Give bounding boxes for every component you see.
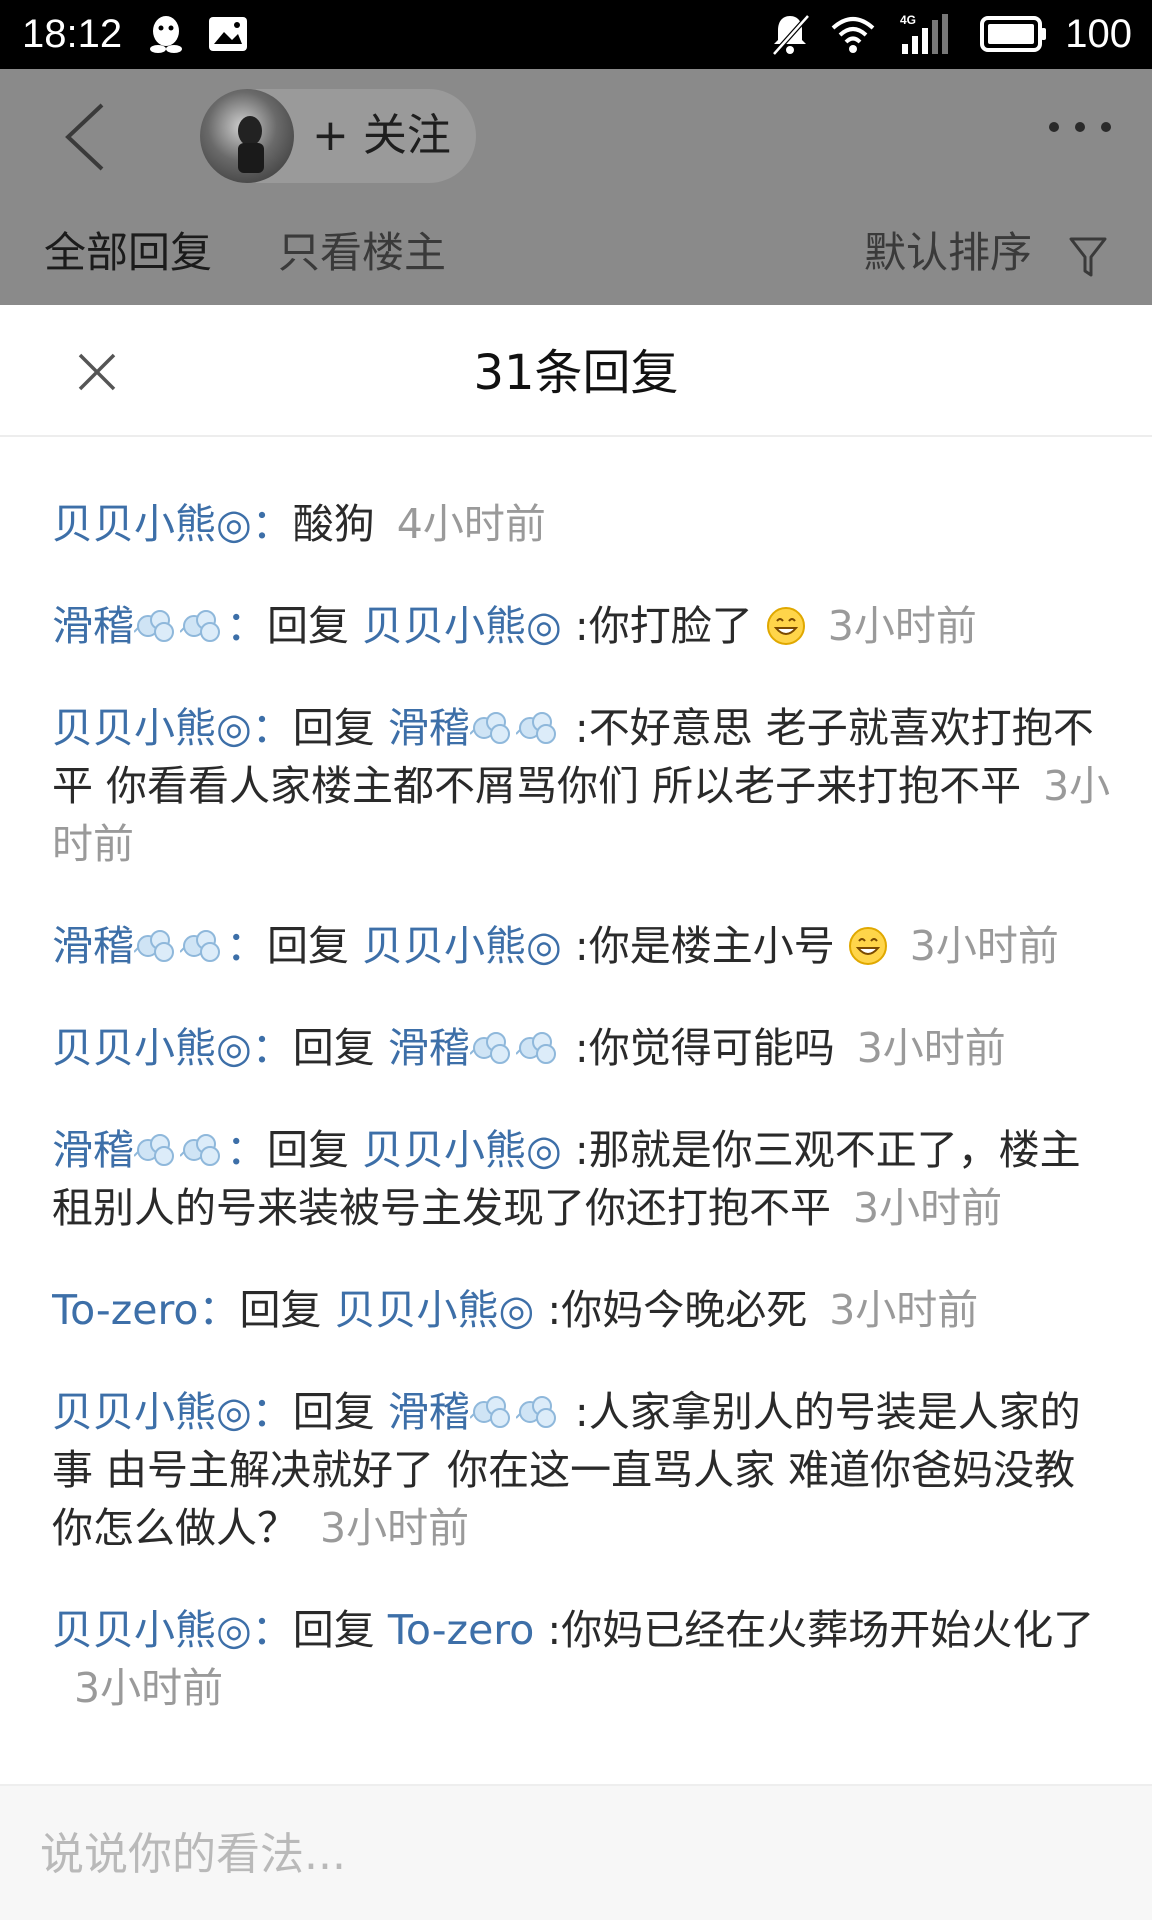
reply-item[interactable]: 贝贝小熊◎：回复 To-zero :你妈已经在火葬场开始火化了 3小时前 xyxy=(52,1601,1112,1717)
avatar[interactable] xyxy=(200,89,294,183)
reply-item[interactable]: To-zero：回复 贝贝小熊◎ :你妈今晚必死 3小时前 xyxy=(52,1281,1112,1339)
puff-emoji-icon xyxy=(515,1387,562,1428)
reply-word: 回复 xyxy=(292,1606,375,1654)
reply-timestamp: 3小时前 xyxy=(853,1184,1003,1232)
reply-word: 回复 xyxy=(267,1126,349,1174)
follow-button[interactable]: + 关注 xyxy=(312,107,451,165)
sheet-header: 31条回复 xyxy=(0,305,1152,437)
reply-text: :你妈已经在火葬场开始火化了 xyxy=(547,1606,1095,1654)
reply-timestamp: 3小时前 xyxy=(827,602,977,650)
signal-4g-icon: 4G xyxy=(900,13,948,54)
reply-target-username[interactable]: 贝贝小熊◎ xyxy=(362,602,562,650)
reply-target-username[interactable]: 滑稽 xyxy=(388,704,562,752)
reply-username[interactable]: To-zero xyxy=(52,1286,199,1334)
reply-username[interactable]: 滑稽 xyxy=(52,922,226,970)
reply-word: 回复 xyxy=(292,1024,375,1072)
comment-input[interactable] xyxy=(40,1810,1112,1898)
reply-timestamp: 3小时前 xyxy=(909,922,1059,970)
reply-target-username[interactable]: 贝贝小熊◎ xyxy=(362,1126,562,1174)
wifi-icon xyxy=(831,17,875,53)
reply-item[interactable]: 滑稽 ：回复 贝贝小熊◎ :你是楼主小号 3小时前 xyxy=(52,917,1112,975)
reply-text: 酸狗 xyxy=(292,500,375,548)
battery-icon xyxy=(980,16,1046,52)
reply-username[interactable]: 滑稽 xyxy=(52,602,226,650)
reply-item[interactable]: 滑稽 ：回复 贝贝小熊◎ :你打脸了 3小时前 xyxy=(52,597,1112,655)
reply-target-username[interactable]: 贝贝小熊◎ xyxy=(362,922,562,970)
reply-timestamp: 3小时前 xyxy=(829,1286,979,1334)
reply-timestamp: 3小时前 xyxy=(74,1664,224,1712)
replies-sheet: 31条回复 贝贝小熊◎：酸狗 4小时前 滑稽 ：回复 贝贝小熊◎ :你打脸了 3小时前… xyxy=(0,305,1152,1920)
username-separator: ： xyxy=(251,704,293,752)
reply-item[interactable]: 贝贝小熊◎：回复 滑稽 :不好意思 老子就喜欢打抱不平 你看看人家楼主都不屑骂你… xyxy=(52,699,1112,873)
status-bar: 18:12 4G 100 xyxy=(0,0,1152,69)
reply-item[interactable]: 贝贝小熊◎：回复 滑稽 :你觉得可能吗 3小时前 xyxy=(52,1019,1112,1077)
reply-word: 回复 xyxy=(267,602,349,650)
image-message-icon xyxy=(209,17,247,51)
puff-emoji-icon xyxy=(179,1125,226,1166)
reply-text: :你妈今晚必死 xyxy=(547,1286,808,1334)
reply-username[interactable]: 滑稽 xyxy=(52,1126,226,1174)
reply-timestamp: 3小时前 xyxy=(856,1024,1006,1072)
username-separator: ： xyxy=(251,1606,293,1654)
username-separator: ： xyxy=(251,1388,293,1436)
puff-emoji-icon xyxy=(179,921,226,962)
puff-emoji-icon xyxy=(515,703,562,744)
back-button[interactable] xyxy=(56,99,116,175)
puff-emoji-icon xyxy=(469,703,516,744)
puff-emoji-icon xyxy=(179,601,226,642)
comment-bar xyxy=(0,1784,1152,1920)
reply-text: :你觉得可能吗 xyxy=(574,1024,835,1072)
puff-emoji-icon xyxy=(515,1023,562,1064)
reply-item[interactable]: 滑稽 ：回复 贝贝小熊◎ :那就是你三观不正了，楼主租别人的号来装被号主发现了你还… xyxy=(52,1121,1112,1237)
reply-username[interactable]: 贝贝小熊◎ xyxy=(52,1024,252,1072)
reply-item[interactable]: 贝贝小熊◎：酸狗 4小时前 xyxy=(52,495,1112,553)
svg-text:4G: 4G xyxy=(900,13,916,27)
puff-emoji-icon xyxy=(469,1023,516,1064)
reply-target-username[interactable]: 滑稽 xyxy=(388,1388,562,1436)
username-separator: ： xyxy=(198,1286,240,1334)
reply-target-username[interactable]: 滑稽 xyxy=(388,1024,562,1072)
reply-timestamp: 3小时前 xyxy=(320,1504,470,1552)
username-separator: ： xyxy=(226,1126,267,1174)
tab-op-only[interactable]: 只看楼主 xyxy=(278,225,446,281)
reply-username[interactable]: 贝贝小熊◎ xyxy=(52,1388,252,1436)
reply-username[interactable]: 贝贝小熊◎ xyxy=(52,704,252,752)
username-separator: ： xyxy=(226,922,267,970)
reply-list: 贝贝小熊◎：酸狗 4小时前 滑稽 ：回复 贝贝小熊◎ :你打脸了 3小时前 贝贝小熊◎：… xyxy=(52,495,1112,1783)
reply-text: :你是楼主小号 xyxy=(574,922,835,970)
reply-username[interactable]: 贝贝小熊◎ xyxy=(52,500,252,548)
reply-item[interactable]: 贝贝小熊◎：回复 滑稽 :人家拿别人的号装是人家的事 由号主解决就好了 你在这一… xyxy=(52,1383,1112,1557)
more-options-icon[interactable] xyxy=(1044,115,1116,139)
tab-all-replies[interactable]: 全部回复 xyxy=(44,225,212,281)
post-header: + 关注 全部回复 只看楼主 默认排序 xyxy=(0,69,1152,305)
username-separator: ： xyxy=(251,1024,293,1072)
reply-word: 回复 xyxy=(292,704,375,752)
grin-emoji xyxy=(848,923,888,965)
puff-emoji-icon xyxy=(469,1387,516,1428)
puff-emoji-icon xyxy=(133,601,180,642)
qq-icon xyxy=(150,16,182,53)
username-separator: ： xyxy=(226,602,267,650)
status-time: 18:12 xyxy=(22,12,123,56)
username-separator: ： xyxy=(251,500,293,548)
puff-emoji-icon xyxy=(133,921,180,962)
reply-target-username[interactable]: To-zero xyxy=(388,1606,535,1654)
reply-username[interactable]: 贝贝小熊◎ xyxy=(52,1606,252,1654)
author-pill[interactable]: + 关注 xyxy=(200,89,476,183)
reply-target-username[interactable]: 贝贝小熊◎ xyxy=(335,1286,535,1334)
battery-level: 100 xyxy=(1065,12,1132,56)
reply-word: 回复 xyxy=(267,922,349,970)
reply-word: 回复 xyxy=(239,1286,322,1334)
reply-text: :你打脸了 xyxy=(574,602,753,650)
mute-icon xyxy=(772,14,810,56)
grin-emoji xyxy=(766,603,806,645)
sort-button[interactable]: 默认排序 xyxy=(864,225,1032,281)
puff-emoji-icon xyxy=(133,1125,180,1166)
sheet-title: 31条回复 xyxy=(473,345,679,401)
reply-word: 回复 xyxy=(292,1388,375,1436)
reply-timestamp: 4小时前 xyxy=(396,500,546,548)
filter-icon[interactable] xyxy=(1068,235,1108,279)
